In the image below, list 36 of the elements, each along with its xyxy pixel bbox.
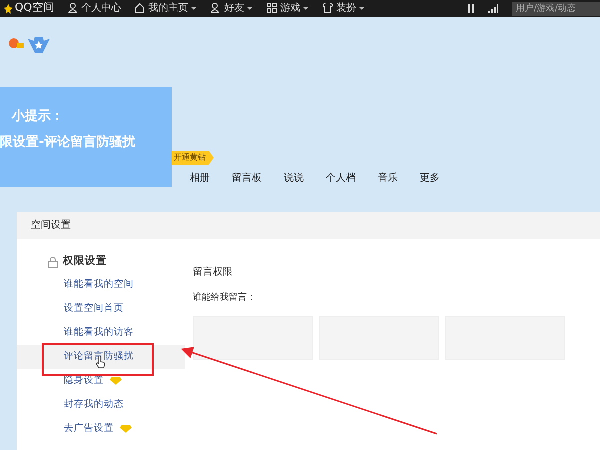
sidebar-item[interactable]: 设置空间首页	[17, 297, 185, 321]
vip-badge[interactable]: 开通黄钻	[172, 151, 214, 165]
nav-tab[interactable]: 个人档	[326, 171, 356, 186]
nav-tab[interactable]: 相册	[190, 171, 210, 186]
tip-title: 小提示：	[10, 108, 65, 126]
tip-text: 限设置-评论留言防骚扰	[0, 134, 136, 152]
person-icon	[68, 3, 78, 14]
nav-tab[interactable]: 更多	[420, 171, 440, 186]
nav-menu-item[interactable]: 游戏	[267, 1, 310, 16]
sidebar-item[interactable]: 封存我的动态	[17, 393, 185, 417]
nav-menu-item[interactable]: 个人中心	[68, 1, 122, 16]
lock-icon	[48, 256, 58, 268]
sidebar-item[interactable]: 谁能看我的访客	[17, 321, 185, 345]
field-label: 谁能给我留言：	[193, 292, 257, 305]
grid-icon	[267, 3, 278, 14]
nav-tab[interactable]: 说说	[284, 171, 304, 186]
fruit-icon[interactable]	[8, 37, 24, 49]
people-icon	[211, 3, 222, 14]
sidebar-item[interactable]: 谁能看我的空间	[17, 273, 185, 297]
nav-tab[interactable]: 音乐	[378, 171, 398, 186]
shirt-icon	[323, 3, 334, 14]
pause-icon[interactable]	[468, 4, 474, 13]
panel-title: 空间设置	[17, 212, 600, 239]
star-logo-icon	[4, 4, 13, 14]
home-icon	[135, 3, 146, 14]
search-field[interactable]: 用户/游戏/动态	[512, 2, 600, 16]
sidebar-group-title: 权限设置	[63, 254, 107, 270]
signal-icon[interactable]	[488, 4, 498, 13]
nav-menu-item[interactable]: 装扮	[323, 1, 366, 16]
sidebar-item[interactable]: 去广告设置	[17, 417, 185, 441]
nav-menu-item[interactable]: 好友	[211, 1, 254, 16]
nav-menu-item[interactable]: 我的主页	[135, 1, 198, 16]
nav-tab[interactable]: 留言板	[232, 171, 262, 186]
logo-text[interactable]: QQ空间	[15, 0, 54, 17]
section-heading: 留言权限	[193, 266, 234, 280]
winged-star-icon[interactable]	[28, 37, 50, 53]
